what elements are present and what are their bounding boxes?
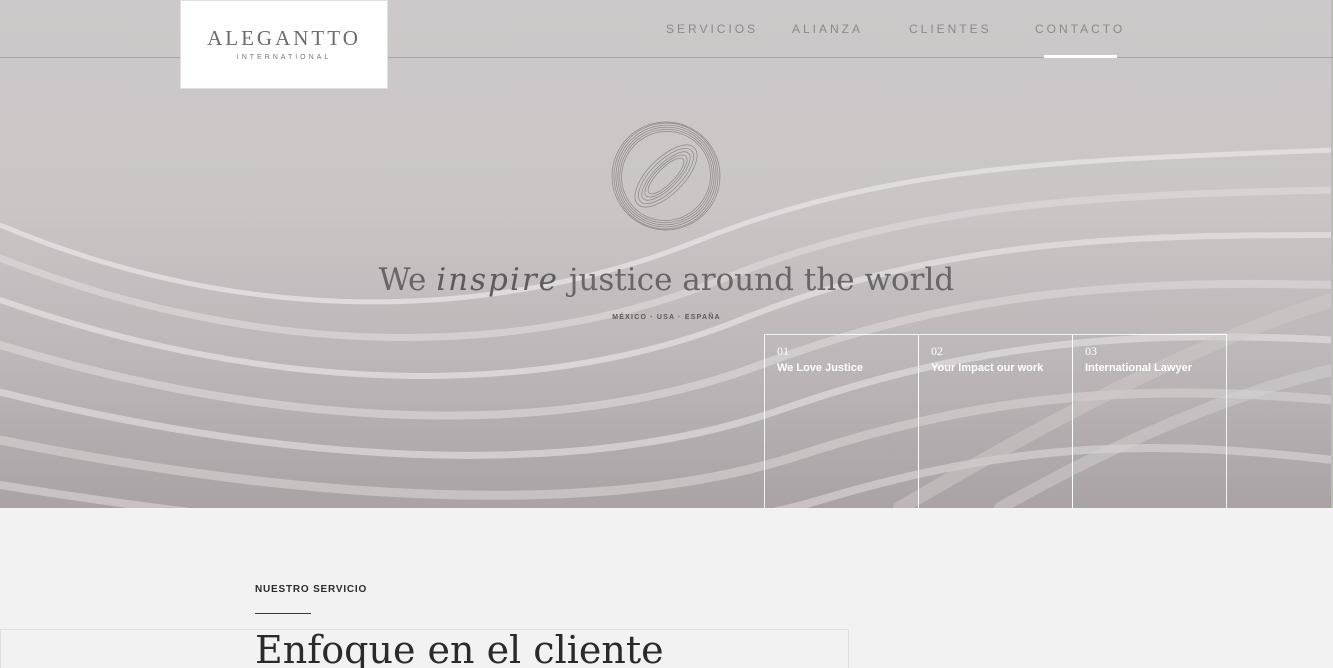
card-number: 03 [1085,344,1097,358]
hero-card-1[interactable]: 01 We Love Justice [764,334,919,508]
logo[interactable]: ALEGANTTO INTERNATIONAL [180,0,388,89]
tagline-end: justice around the world [568,262,955,298]
nav-item-alianza[interactable]: ALIANZA [792,22,863,36]
card-title: We Love Justice [777,362,863,374]
logo-wordmark: ALEGANTTO [207,26,361,50]
card-number: 01 [777,344,789,358]
hero-tagline: We inspire justice around the world [0,262,1333,298]
active-nav-underline [1044,55,1117,58]
section-title: Enfoque en el cliente [255,628,664,668]
hero-card-3[interactable]: 03 International Lawyer [1072,334,1227,508]
hero-card-2[interactable]: 02 Your Impact our work [918,334,1073,508]
logo-subtitle: INTERNATIONAL [236,54,332,61]
hero-cards: 01 We Love Justice 02 Your Impact our wo… [764,334,1227,508]
tagline-start: We [378,262,427,298]
card-title: Your Impact our work [931,362,1044,374]
section-label: NUESTRO SERVICIO [255,584,368,595]
section-divider [255,613,311,614]
hero-locations: MÉXICO · USA · ESPAÑA [612,314,721,321]
card-title: International Lawyer [1085,362,1192,374]
nav-item-servicios[interactable]: SERVICIOS [666,22,758,36]
card-number: 02 [931,344,943,358]
tagline-script-word: inspire [436,262,559,298]
nav-item-contacto[interactable]: CONTACTO [1035,22,1125,36]
nav-item-clientes[interactable]: CLIENTES [909,22,992,36]
emblem-icon [611,121,721,231]
